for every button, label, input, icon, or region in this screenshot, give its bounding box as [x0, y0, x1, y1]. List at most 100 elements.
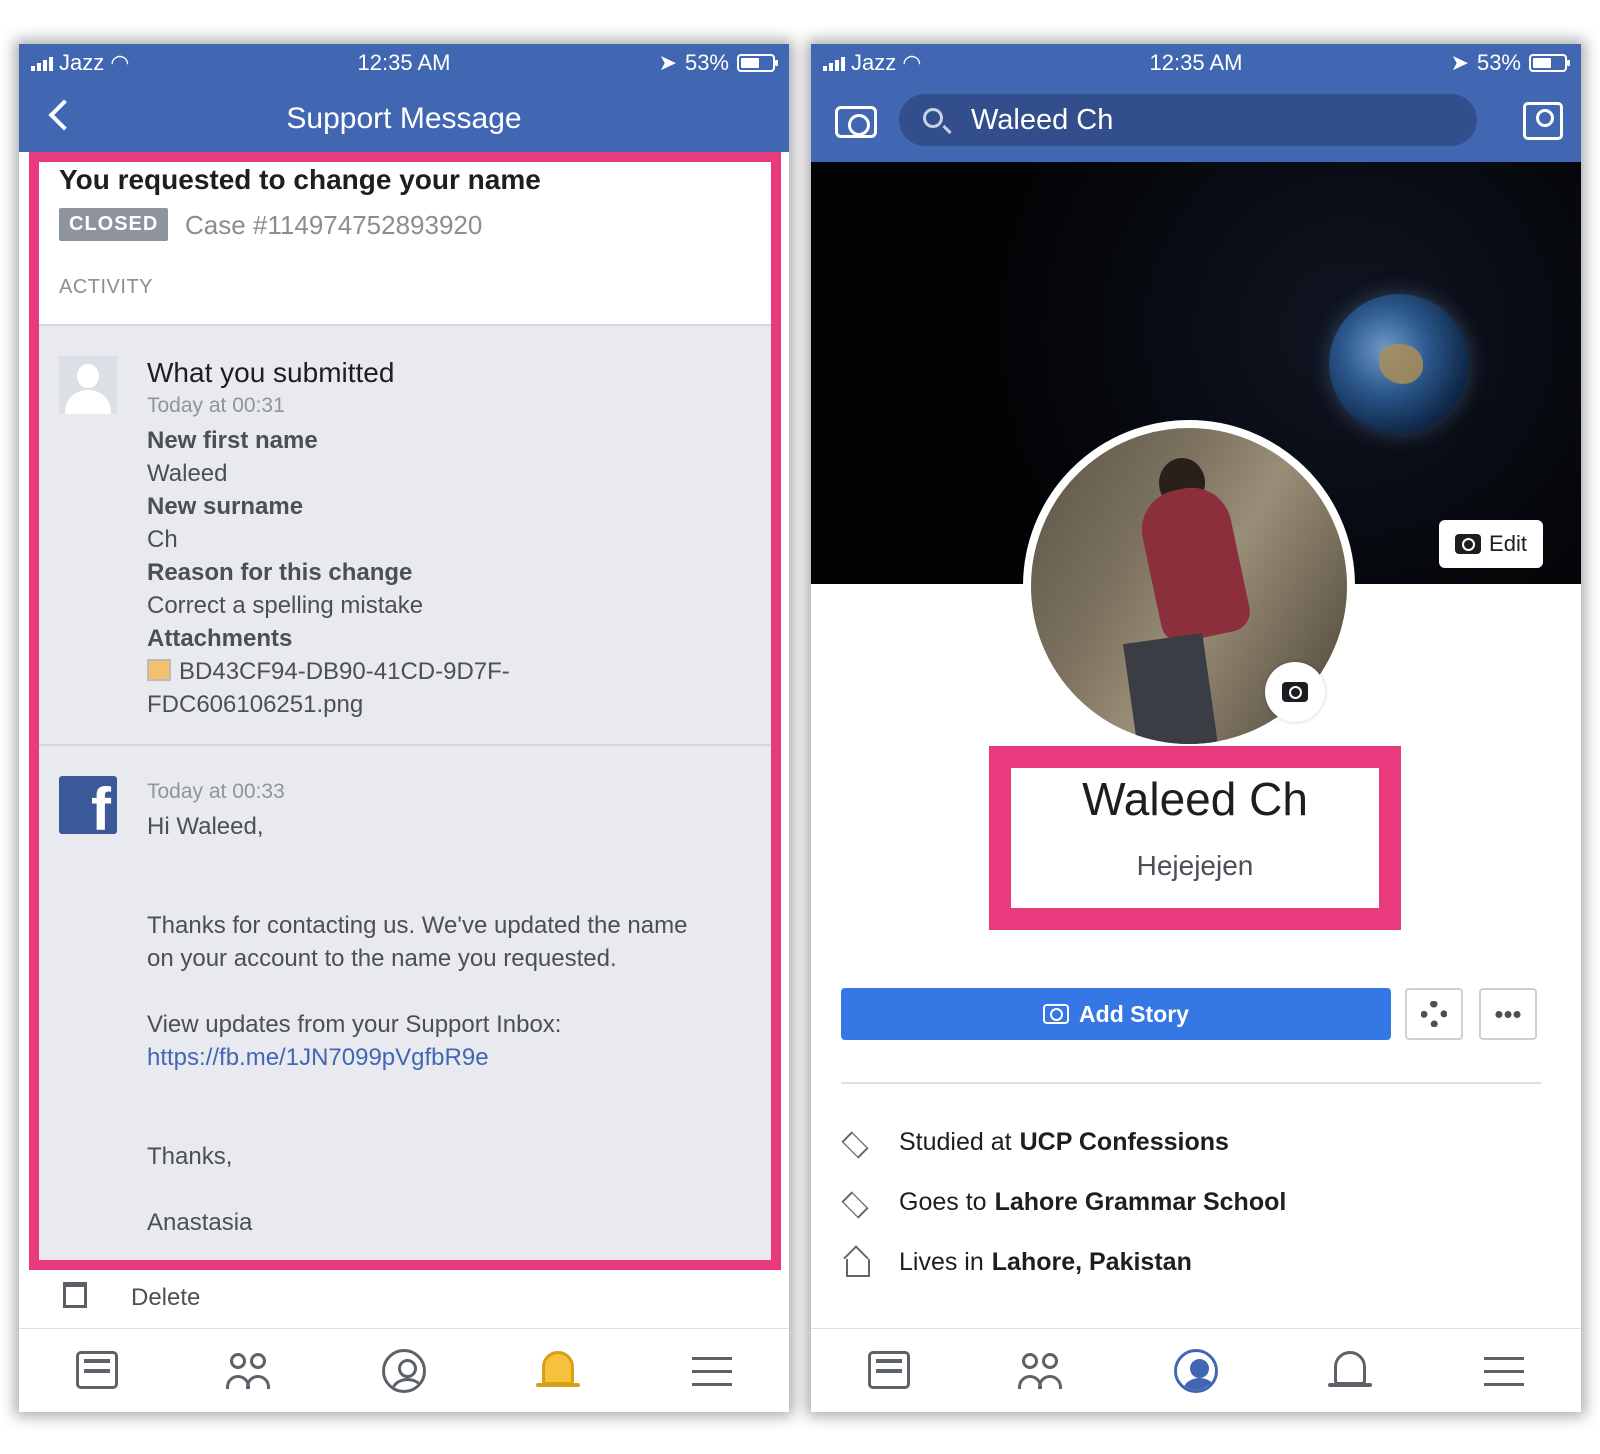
- earth-image: [1329, 294, 1469, 434]
- friends-tab[interactable]: [1012, 1341, 1072, 1401]
- attachment-filename-line1: BD43CF94-DB90-41CD-9D7F-: [179, 658, 510, 685]
- search-input[interactable]: Waleed Ch: [899, 94, 1477, 146]
- profile-bio: Hejejejen: [1136, 850, 1254, 881]
- navigation-bar: Jazz ◠ 12:35 AM ➤ 53% Waleed Ch: [811, 44, 1581, 162]
- info-prefix: Studied at: [899, 1127, 1012, 1156]
- notifications-tab[interactable]: [1320, 1341, 1380, 1401]
- facebook-logo-icon: f: [59, 776, 117, 834]
- reply-body-line2: on your account to the name you requeste…: [147, 945, 617, 972]
- info-value[interactable]: Lahore Grammar School: [995, 1188, 1287, 1217]
- camera-icon: [1282, 682, 1308, 702]
- first-name-value: Waleed: [147, 460, 228, 487]
- search-icon: [923, 108, 943, 128]
- delete-label: Delete: [131, 1284, 201, 1311]
- page-title: Support Message: [286, 102, 522, 135]
- submitted-details: What you submitted Today at 00:31 New fi…: [147, 354, 757, 721]
- camera-icon[interactable]: [835, 106, 877, 138]
- surname-label: New surname: [147, 493, 304, 520]
- profile-screen: Jazz ◠ 12:35 AM ➤ 53% Waleed Ch Edit Wal…: [811, 44, 1581, 1412]
- add-story-button[interactable]: Add Story: [841, 988, 1391, 1040]
- user-avatar: [59, 356, 117, 414]
- bottom-tab-bar: [811, 1328, 1581, 1412]
- case-number: Case #114974752893920: [185, 210, 483, 240]
- status-bar: Jazz ◠ 12:35 AM ➤ 53%: [19, 50, 789, 80]
- support-inbox-link[interactable]: https://fb.me/1JN7099pVgfbR9e: [147, 1041, 757, 1074]
- menu-tab[interactable]: [1474, 1341, 1534, 1401]
- camera-icon: [1455, 534, 1482, 554]
- status-badge: CLOSED: [59, 208, 169, 241]
- delete-button[interactable]: Delete: [19, 1270, 789, 1311]
- camera-icon: [1043, 1004, 1070, 1024]
- activity-section-label: ACTIVITY: [59, 276, 154, 298]
- edit-label: Edit: [1489, 531, 1527, 556]
- news-feed-tab[interactable]: [66, 1341, 126, 1401]
- navigation-bar: Jazz ◠ 12:35 AM ➤ 53% Support Message: [19, 44, 789, 152]
- entry-timestamp: Today at 00:31: [147, 394, 285, 417]
- bell-icon: [542, 1350, 574, 1385]
- bell-icon: [1334, 1350, 1366, 1385]
- facebook-reply-entry: f Today at 00:33 Hi Waleed, Thanks for c…: [39, 746, 771, 1260]
- profile-icon: [382, 1348, 426, 1393]
- reply-greeting: Hi Waleed,: [147, 813, 264, 840]
- battery-icon: [737, 54, 778, 72]
- attachment-filename-line2[interactable]: FDC606106251.png: [147, 688, 757, 721]
- location-arrow-icon: ➤: [1450, 50, 1469, 75]
- notifications-tab[interactable]: [528, 1341, 588, 1401]
- more-options-button[interactable]: •••: [1479, 988, 1537, 1040]
- attachments-label: Attachments: [147, 625, 293, 652]
- image-file-icon: [147, 659, 171, 681]
- news-feed-icon: [868, 1350, 910, 1389]
- info-prefix: Goes to: [899, 1187, 987, 1216]
- reply-body-line1: Thanks for contacting us. We've updated …: [147, 912, 688, 939]
- first-name-label: New first name: [147, 427, 318, 454]
- info-prefix: Lives in: [899, 1247, 984, 1276]
- location-arrow-icon: ➤: [658, 50, 677, 75]
- info-value[interactable]: UCP Confessions: [1020, 1128, 1229, 1157]
- info-value[interactable]: Lahore, Pakistan: [992, 1248, 1192, 1277]
- status-bar: Jazz ◠ 12:35 AM ➤ 53%: [811, 50, 1581, 80]
- submitted-entry: What you submitted Today at 00:31 New fi…: [39, 326, 771, 746]
- reply-signature: Anastasia: [147, 1209, 253, 1236]
- search-value: Waleed Ch: [971, 104, 1114, 136]
- reason-label: Reason for this change: [147, 559, 413, 586]
- friends-tab[interactable]: [220, 1341, 280, 1401]
- contacts-icon[interactable]: [1523, 102, 1563, 140]
- more-icon: •••: [1494, 998, 1522, 1029]
- battery-percent: 53%: [1476, 50, 1521, 75]
- graduation-cap-icon: [841, 1189, 871, 1215]
- profile-tab[interactable]: [374, 1341, 434, 1401]
- info-location[interactable]: Lives in Lahore, Pakistan: [841, 1242, 1541, 1282]
- news-feed-tab[interactable]: [858, 1341, 918, 1401]
- gear-icon: [1421, 1001, 1447, 1027]
- entry-title: What you submitted: [147, 357, 395, 388]
- home-icon: [841, 1249, 871, 1277]
- request-title: You requested to change your name: [59, 164, 541, 195]
- menu-tab[interactable]: [682, 1341, 742, 1401]
- attachment-link[interactable]: BD43CF94-DB90-41CD-9D7F-: [147, 655, 757, 688]
- divider: [841, 1082, 1541, 1084]
- reply-message: Today at 00:33 Hi Waleed, Thanks for con…: [147, 778, 757, 1239]
- status-right: ➤ 53%: [658, 50, 778, 76]
- add-story-label: Add Story: [1079, 1000, 1189, 1027]
- reply-inbox-text: View updates from your Support Inbox:: [147, 1011, 562, 1038]
- profile-icon: [1174, 1348, 1218, 1393]
- battery-percent: 53%: [684, 50, 729, 75]
- settings-button[interactable]: [1405, 988, 1463, 1040]
- edit-cover-button[interactable]: Edit: [1439, 520, 1543, 568]
- support-message-screen: Jazz ◠ 12:35 AM ➤ 53% Support Message Yo…: [19, 44, 789, 1412]
- profile-name: Waleed Ch: [1082, 773, 1308, 825]
- request-header: You requested to change your name CLOSED…: [39, 162, 771, 326]
- status-right: ➤ 53%: [1450, 50, 1570, 76]
- battery-icon: [1529, 54, 1570, 72]
- info-school[interactable]: Goes to Lahore Grammar School: [841, 1182, 1541, 1222]
- profile-tab[interactable]: [1166, 1341, 1226, 1401]
- highlighted-support-content: You requested to change your name CLOSED…: [29, 152, 781, 1270]
- change-profile-picture-button[interactable]: [1265, 662, 1325, 722]
- reply-thanks: Thanks,: [147, 1143, 233, 1170]
- graduation-cap-icon: [841, 1129, 871, 1155]
- trash-icon: [63, 1282, 87, 1308]
- highlighted-profile-name: Waleed Ch Hejejejen: [989, 746, 1401, 930]
- surname-value: Ch: [147, 526, 178, 553]
- info-education[interactable]: Studied at UCP Confessions: [841, 1122, 1541, 1162]
- reason-value: Correct a spelling mistake: [147, 592, 424, 619]
